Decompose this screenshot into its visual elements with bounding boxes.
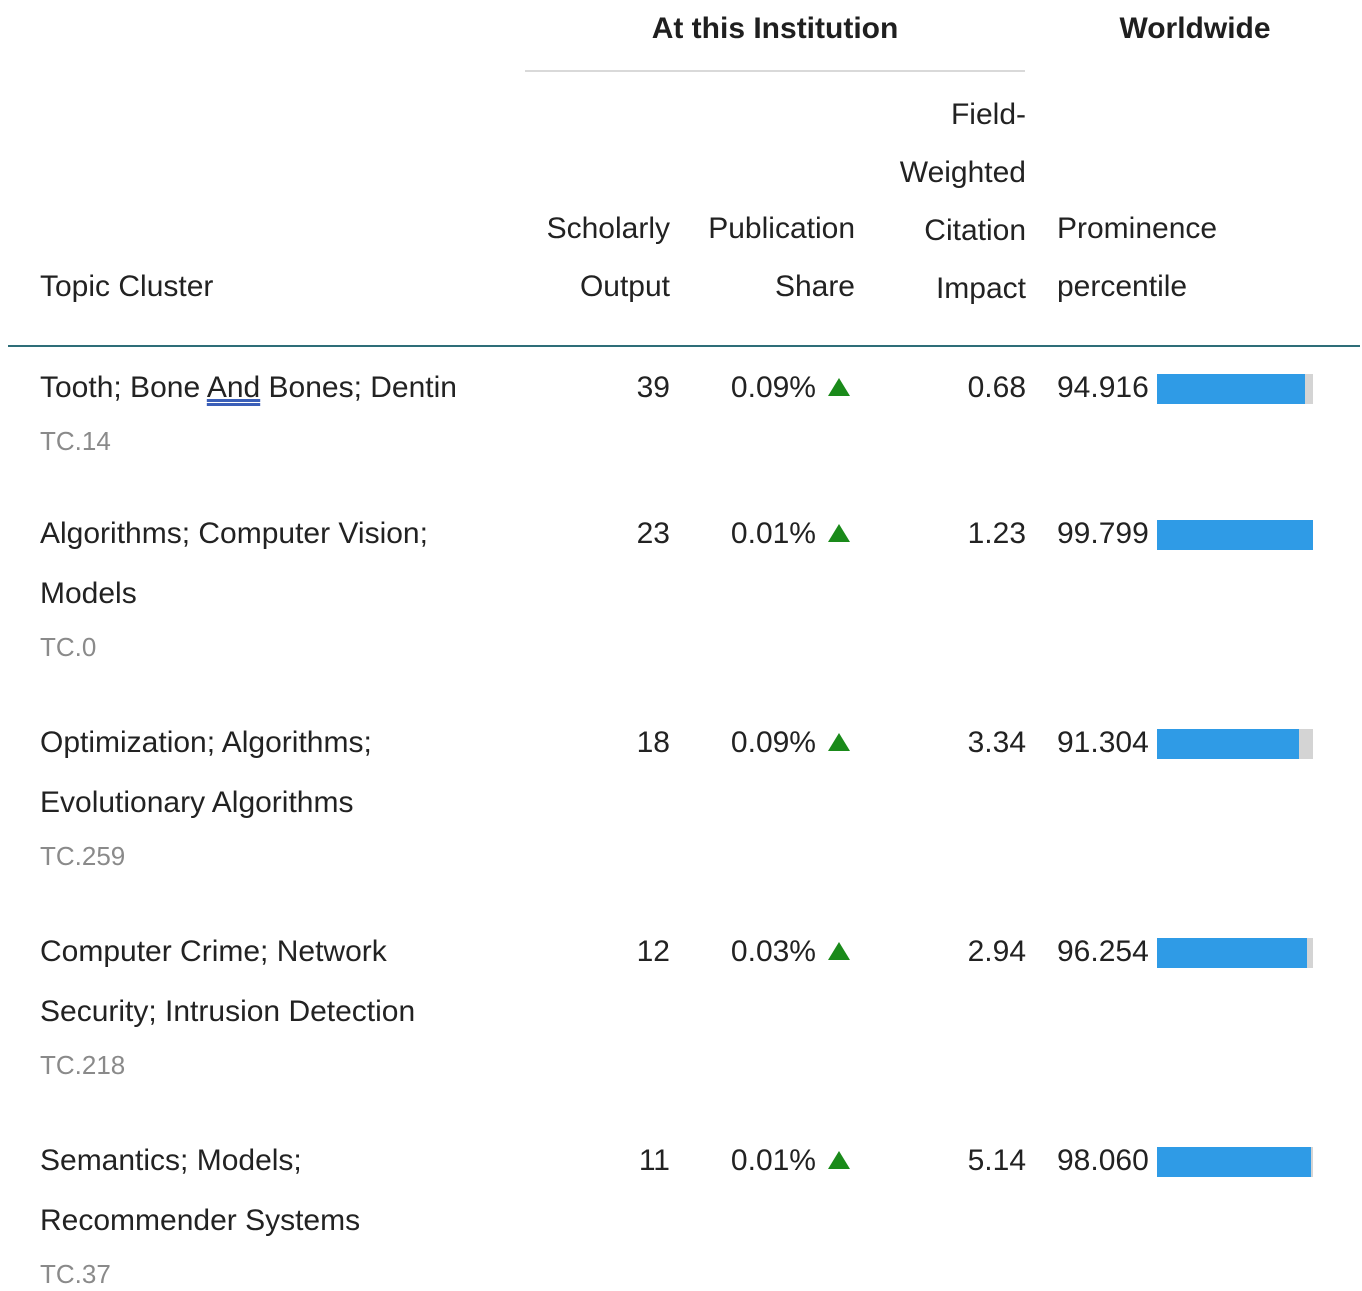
- fwci-value: 1.23: [967, 517, 1026, 550]
- group-header-institution: At this Institution: [651, 12, 899, 45]
- scholarly-output-value: 39: [636, 371, 670, 404]
- publication-share-value: 0.03%: [730, 935, 816, 968]
- prominence-value: 94.916: [1057, 371, 1149, 404]
- up-triangle-icon: [828, 942, 850, 960]
- prominence-bar-fill: [1157, 374, 1306, 404]
- up-triangle-icon: [828, 378, 850, 396]
- prominence-bar: [1157, 520, 1313, 550]
- prominence-bar-fill: [1157, 729, 1299, 759]
- prominence-bar: [1157, 374, 1313, 404]
- prominence-value: 98.060: [1057, 1144, 1149, 1177]
- column-header-fwci[interactable]: Field-Weighted Citation Impact: [880, 86, 1026, 318]
- up-triangle-icon: [828, 733, 850, 751]
- topic-name-part: Bones; Dentin: [260, 371, 457, 404]
- publication-share-value: 0.01%: [730, 517, 816, 550]
- topic-cluster-code: TC.218: [40, 1050, 126, 1080]
- prominence-bar: [1157, 1147, 1313, 1177]
- up-triangle-icon: [828, 1151, 850, 1169]
- topic-cluster-name[interactable]: Computer Crime; Network Security; Intrus…: [40, 922, 500, 1042]
- header-divider: [8, 345, 1360, 347]
- topic-cluster-name[interactable]: Semantics; Models; Recommender Systems: [40, 1131, 500, 1251]
- column-header-prominence-percentile[interactable]: Prominence percentile: [1057, 200, 1257, 316]
- group-header-worldwide: Worldwide: [1119, 12, 1271, 45]
- publication-share-value: 0.09%: [730, 371, 816, 404]
- scholarly-output-value: 12: [636, 935, 670, 968]
- prominence-value: 96.254: [1057, 935, 1149, 968]
- prominence-bar-fill: [1157, 1147, 1312, 1177]
- topic-cluster-name[interactable]: Optimization; Algorithms; Evolutionary A…: [40, 713, 500, 833]
- scholarly-output-value: 23: [636, 517, 670, 550]
- fwci-value: 2.94: [967, 935, 1026, 968]
- publication-share-value: 0.09%: [730, 726, 816, 759]
- topic-cluster-code: TC.259: [40, 841, 126, 871]
- topic-name-part: Tooth; Bone: [40, 371, 207, 404]
- prominence-value: 91.304: [1057, 726, 1149, 759]
- up-triangle-icon: [828, 524, 850, 542]
- topic-cluster-code: TC.37: [40, 1259, 111, 1289]
- prominence-bar: [1157, 938, 1313, 968]
- topic-cluster-code: TC.14: [40, 426, 111, 456]
- prominence-bar-fill: [1157, 520, 1313, 550]
- scholarly-output-value: 18: [636, 726, 670, 759]
- prominence-bar: [1157, 729, 1313, 759]
- column-header-publication-share[interactable]: Publication Share: [690, 200, 855, 316]
- topic-name-part-underlined: And: [206, 371, 261, 404]
- column-header-topic-cluster[interactable]: Topic Cluster: [40, 258, 340, 316]
- topic-cluster-code: TC.0: [40, 632, 97, 662]
- topic-cluster-name[interactable]: Algorithms; Computer Vision; Models: [40, 504, 500, 624]
- column-header-scholarly-output[interactable]: Scholarly Output: [540, 200, 670, 316]
- fwci-value: 3.34: [967, 726, 1026, 759]
- topic-cluster-name[interactable]: Tooth; Bone And Bones; Dentin: [40, 358, 500, 418]
- prominence-bar-fill: [1157, 938, 1307, 968]
- publication-share-value: 0.01%: [730, 1144, 816, 1177]
- scholarly-output-value: 11: [638, 1144, 670, 1177]
- prominence-value: 99.799: [1057, 517, 1149, 550]
- fwci-value: 5.14: [967, 1144, 1026, 1177]
- fwci-value: 0.68: [967, 371, 1026, 404]
- group-header-underline: [525, 70, 1025, 72]
